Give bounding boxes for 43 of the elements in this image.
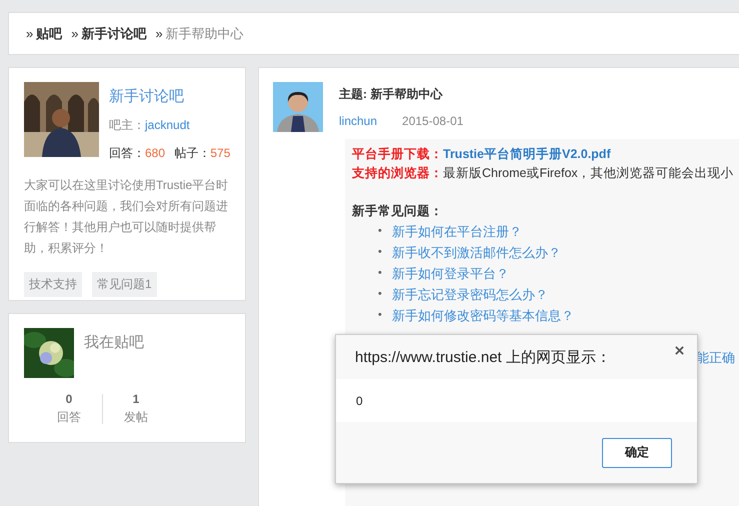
bullet: • xyxy=(378,266,383,281)
stat-value: 1 xyxy=(132,392,140,406)
forum-description: 大家可以在这里讨论使用Trustie平台时面临的各种问题，我们会对所有问题进行解答！其他用户也可以随时提供帮助，积累评分！ xyxy=(24,177,230,257)
post-date: 2015-08-01 xyxy=(402,114,464,128)
card-title: 我在贴吧 xyxy=(84,333,144,353)
breadcrumb-separator: » xyxy=(155,26,163,41)
dialog-title: https://www.trustie.net 上的网页显示： xyxy=(355,348,611,366)
faq-link[interactable]: 新手忘记登录密码怎么办？ xyxy=(392,284,548,305)
close-icon[interactable] xyxy=(675,346,684,355)
breadcrumb-link[interactable]: 贴吧 xyxy=(36,24,62,42)
manual-link[interactable]: Trustie平台简明手册V2.0.pdf xyxy=(443,147,611,161)
breadcrumb-separator: » xyxy=(71,26,78,41)
answers-label: 回答： xyxy=(109,146,145,160)
breadcrumb-link[interactable]: 新手讨论吧 xyxy=(81,24,146,42)
bullet: • xyxy=(378,224,383,239)
forum-name[interactable]: 新手讨论吧 xyxy=(109,87,230,106)
faq-title: 新手常见问题： xyxy=(352,203,444,220)
faq-link[interactable]: 新手如何登录平台？ xyxy=(392,263,509,284)
owner-link[interactable]: jacknudt xyxy=(145,118,190,132)
faq-link[interactable]: 新手收不到激活邮件怎么办？ xyxy=(392,242,561,263)
stat-label: 发帖 xyxy=(124,409,148,426)
post-title: 主题: 新手帮助中心 xyxy=(339,86,444,103)
ok-button[interactable]: 确定 xyxy=(602,438,672,468)
author-link[interactable]: linchun xyxy=(339,114,378,128)
breadcrumb-link[interactable]: 新手帮助中心 xyxy=(166,24,244,42)
manual-label: 平台手册下载： xyxy=(352,147,443,161)
bullet: • xyxy=(378,287,383,302)
browser-text: 最新版Chrome或Firefox，其他浏览器可能会出现小 xyxy=(443,166,734,180)
stat-value: 0 xyxy=(66,392,72,406)
faq-link[interactable]: 新手如何在平台注册？ xyxy=(392,221,522,242)
answers-count: 680 xyxy=(145,146,166,160)
owner-label: 吧主： xyxy=(109,118,145,132)
tag[interactable]: 常见问题1 xyxy=(92,272,157,297)
faq-link[interactable]: 新手如何修改密码等基本信息？ xyxy=(392,305,574,326)
bullet: • xyxy=(378,308,383,323)
browser-label: 支持的浏览器： xyxy=(352,166,443,180)
dialog-message: 0 xyxy=(356,394,363,408)
breadcrumb-separator: » xyxy=(26,26,34,41)
bullet: • xyxy=(378,245,383,260)
posts-label: 帖子： xyxy=(174,146,210,160)
stat-label: 回答 xyxy=(57,409,81,426)
posts-count: 575 xyxy=(210,146,230,160)
tag[interactable]: 技术支持 xyxy=(24,272,82,297)
